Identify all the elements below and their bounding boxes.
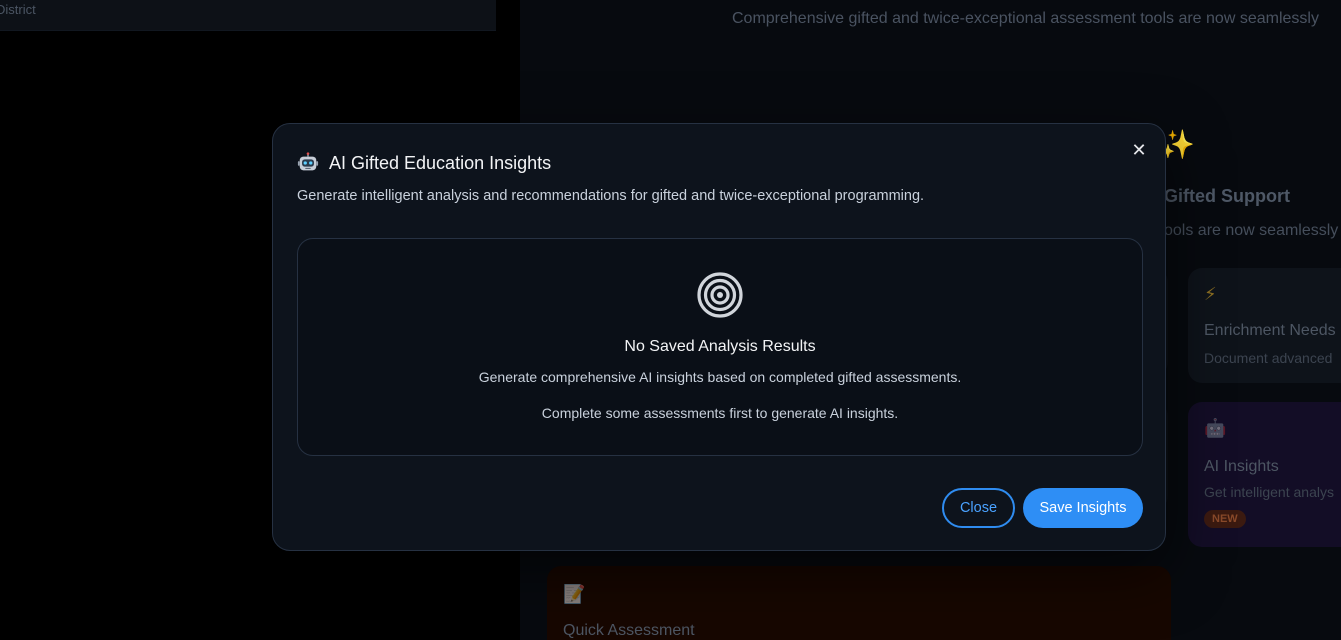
card-enrichment-needs[interactable]: ⚡ Enrichment Needs Document advanced: [1188, 268, 1341, 383]
section-subtitle: ools are now seamlessly: [1164, 222, 1339, 239]
new-badge: NEW: [1204, 510, 1246, 528]
empty-state-message: Generate comprehensive AI insights based…: [478, 369, 962, 385]
card-title: AI Insights: [1204, 458, 1279, 475]
close-button[interactable]: Close: [942, 488, 1015, 528]
modal-title: AI Gifted Education Insights: [329, 152, 552, 173]
lightning-icon: ⚡: [1204, 284, 1217, 304]
close-icon[interactable]: ✕: [1127, 138, 1151, 162]
empty-state-title: No Saved Analysis Results: [624, 338, 816, 355]
target-icon: [697, 272, 743, 318]
card-title: Quick Assessment: [563, 622, 695, 639]
top-subtitle: Comprehensive gifted and twice-exception…: [732, 10, 1319, 27]
memo-icon: 📝: [563, 584, 586, 604]
district-bar: District: [0, 0, 496, 31]
modal-description: Generate intelligent analysis and recomm…: [297, 188, 925, 204]
save-insights-button[interactable]: Save Insights: [1023, 488, 1143, 528]
empty-state-panel: No Saved Analysis Results Generate compr…: [297, 238, 1143, 456]
section-heading: Gifted Support: [1164, 186, 1290, 206]
card-ai-insights[interactable]: 🤖 AI Insights Get intelligent analys NEW: [1188, 402, 1341, 547]
card-description: Get intelligent analys: [1204, 484, 1334, 500]
card-description: Document advanced: [1204, 350, 1333, 366]
district-label: District: [0, 2, 36, 17]
robot-icon: 🤖: [1204, 418, 1227, 438]
empty-state-hint: Complete some assessments first to gener…: [541, 405, 899, 421]
modal-header: AI Gifted Education Insights: [297, 152, 551, 174]
page: District Comprehensive gifted and twice-…: [0, 0, 1341, 640]
card-quick-assessment[interactable]: 📝 Quick Assessment: [547, 566, 1171, 640]
robot-icon: [297, 152, 319, 171]
ai-insights-modal: ✕ AI Gifted Education Insights Generate …: [272, 123, 1166, 551]
card-title: Enrichment Needs: [1204, 322, 1336, 339]
